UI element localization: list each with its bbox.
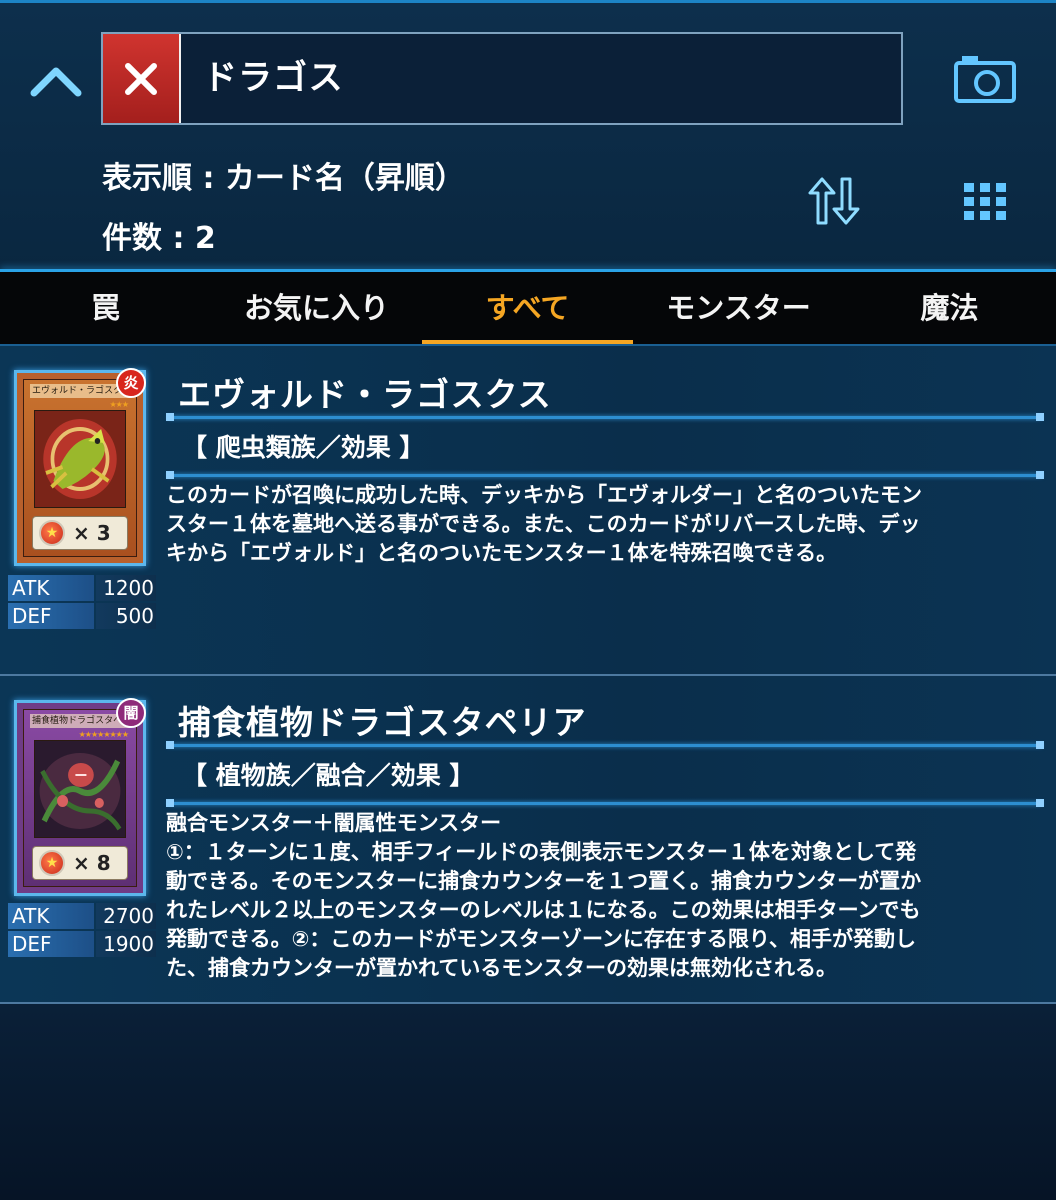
level-stars-icon: ★★★★★★★★ (78, 730, 129, 739)
card-level: ★ × 3 (32, 516, 128, 550)
card-thumbnail[interactable]: 捕食植物ドラゴスタペリア ★★★★★★★★ ★ × 8 (14, 700, 146, 896)
card-artwork (34, 410, 126, 508)
card-description: このカードが召喚に成功した時、デッキから「エヴォルダー」と名のついたモン スター… (166, 481, 1016, 568)
attribute-badge: 炎 (116, 368, 146, 398)
category-tabs: 罠 お気に入り すべて モンスター 魔法 (0, 272, 1056, 346)
card-title: 捕食植物ドラゴスタペリア (178, 703, 587, 742)
tab-all[interactable]: すべて (422, 272, 633, 344)
card-description: 融合モンスター＋闇属性モンスター ①：１ターンに１度、相手フィールドの表側表示モ… (166, 809, 1016, 983)
atk-stat: ATK 2700 (8, 903, 156, 929)
card-level: ★ × 8 (32, 846, 128, 880)
divider (166, 799, 1044, 807)
close-icon (125, 62, 157, 95)
desc-line: キから「エヴォルド」と名のついたモンスター１体を特殊召喚できる。 (166, 541, 838, 565)
card-list: エヴォルド・ラゴスクス ★★★ ★ × 3 炎 ATK 1200 DEF 500… (0, 346, 1056, 1200)
card-type: 【 植物族／融合／効果 】 (182, 761, 475, 790)
camera-icon[interactable] (952, 53, 1018, 105)
card-thumbnail-name: エヴォルド・ラゴスクス (30, 384, 130, 398)
def-value: 1900 (96, 931, 156, 957)
desc-line: 動できる。そのモンスターに捕食カウンターを１つ置く。捕食カウンターが置か (166, 869, 922, 893)
def-stat: DEF 500 (8, 603, 156, 629)
def-label: DEF (8, 931, 94, 957)
level-star-icon: ★ (39, 520, 65, 546)
header: ドラゴス 表示順 : カード名（昇順） 件数 : 2 (0, 0, 1056, 272)
tab-favorites[interactable]: お気に入り (211, 272, 422, 344)
divider (166, 741, 1044, 749)
list-item[interactable]: エヴォルド・ラゴスクス ★★★ ★ × 3 炎 ATK 1200 DEF 500… (0, 346, 1056, 674)
list-item[interactable]: 捕食植物ドラゴスタペリア ★★★★★★★★ ★ × 8 闇 ATK 2700 D… (0, 676, 1056, 1002)
card-thumbnail[interactable]: エヴォルド・ラゴスクス ★★★ ★ × 3 (14, 370, 146, 566)
level-value: × 3 (73, 521, 111, 545)
card-thumbnail-name: 捕食植物ドラゴスタペリア (30, 714, 130, 728)
desc-line: れたレベル２以上のモンスターのレベルは１になる。この効果は相手ターンでも (166, 898, 921, 922)
card-artwork (34, 740, 126, 838)
desc-line: 融合モンスター＋闇属性モンスター (166, 811, 502, 835)
desc-line: このカードが召喚に成功した時、デッキから「エヴォルダー」と名のついたモン (166, 483, 922, 507)
empty-list-area (0, 1004, 1056, 1200)
atk-label: ATK (8, 903, 94, 929)
atk-label: ATK (8, 575, 94, 601)
desc-line: ①：１ターンに１度、相手フィールドの表側表示モンスター１体を対象として発 (166, 840, 917, 864)
tab-trap[interactable]: 罠 (0, 272, 211, 344)
atk-value: 1200 (96, 575, 156, 601)
card-title: エヴォルド・ラゴスクス (178, 375, 552, 414)
sort-order-label: 表示順 : カード名（昇順） (102, 161, 465, 196)
sort-toggle-icon[interactable] (806, 175, 862, 227)
tab-spell[interactable]: 魔法 (844, 272, 1055, 344)
desc-line: 発動できる。②：このカードがモンスターゾーンに存在する限り、相手が発動し (166, 927, 917, 951)
search-box[interactable]: ドラゴス (101, 32, 903, 125)
clear-search-button[interactable] (103, 34, 181, 123)
level-stars-icon: ★★★ (109, 400, 128, 409)
divider (166, 471, 1044, 479)
level-value: × 8 (73, 851, 111, 875)
desc-line: スター１体を墓地へ送る事ができる。また、このカードがリバースした時、デッ (166, 512, 921, 536)
tab-monster[interactable]: モンスター (633, 272, 844, 344)
divider (166, 413, 1044, 421)
result-count-label: 件数 : 2 (102, 221, 216, 256)
collapse-chevron-icon[interactable] (26, 55, 86, 105)
atk-stat: ATK 1200 (8, 575, 156, 601)
atk-value: 2700 (96, 903, 156, 929)
card-type: 【 爬虫類族／効果 】 (182, 433, 425, 462)
level-star-icon: ★ (39, 850, 65, 876)
def-label: DEF (8, 603, 94, 629)
grid-view-icon[interactable] (962, 181, 1008, 223)
search-input[interactable]: ドラゴス (203, 34, 344, 123)
attribute-badge: 闇 (116, 698, 146, 728)
def-value: 500 (96, 603, 156, 629)
desc-line: た、捕食カウンターが置かれているモンスターの効果は無効化される。 (166, 956, 837, 980)
def-stat: DEF 1900 (8, 931, 156, 957)
